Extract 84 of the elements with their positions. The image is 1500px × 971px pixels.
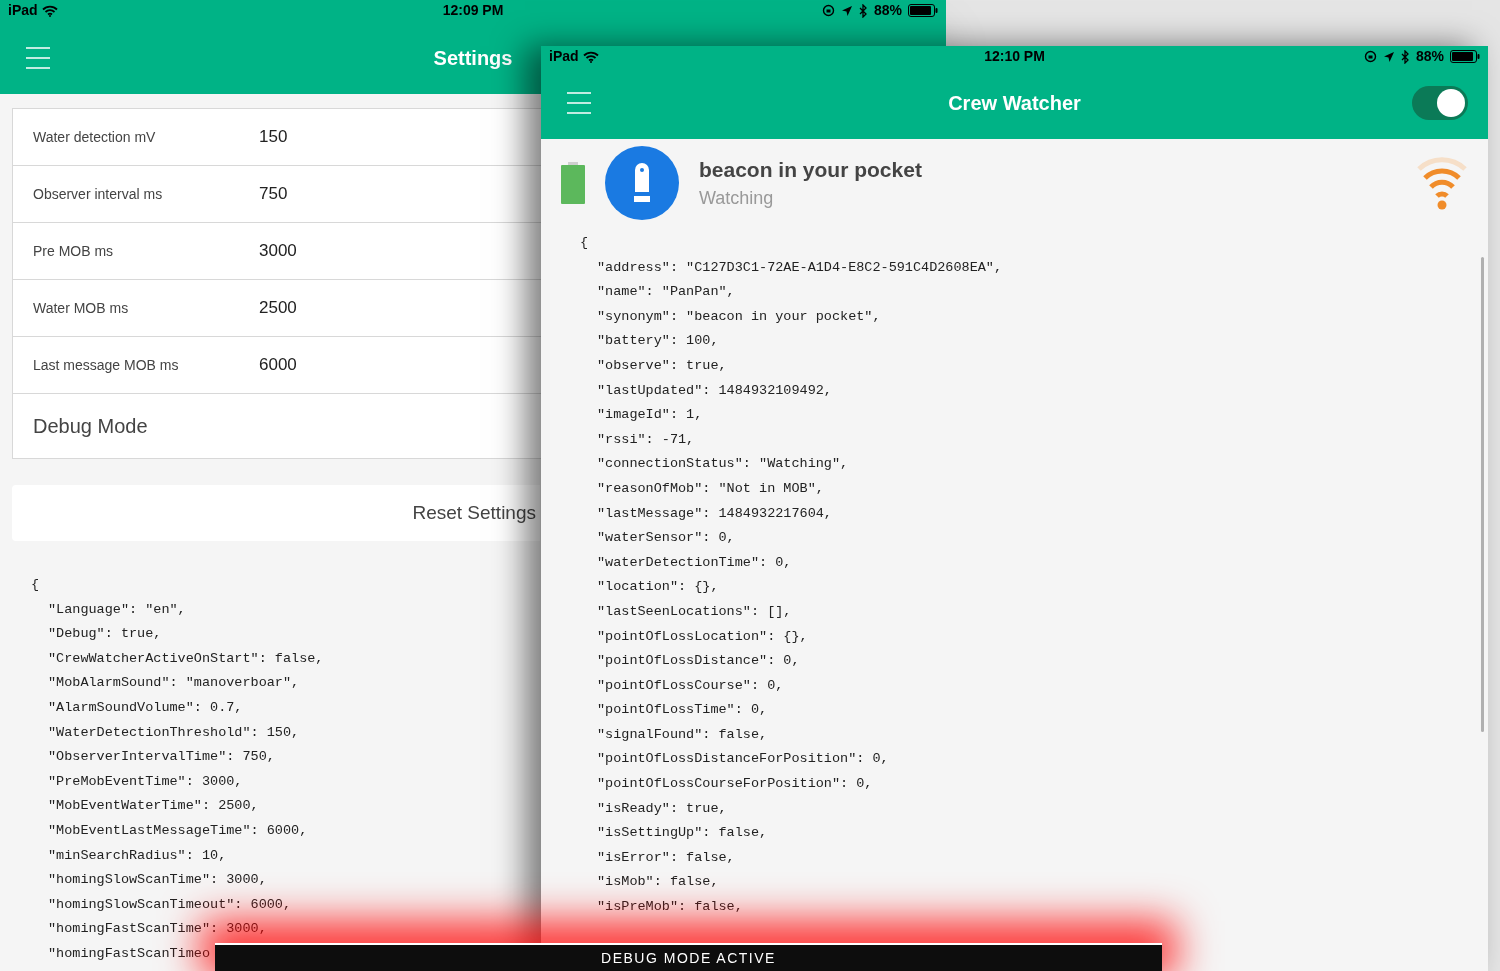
json-line: "CrewWatcherActiveOnStart": false,: [47, 649, 324, 668]
json-line: "rssi": -71,: [596, 430, 695, 449]
json-brace: {: [580, 234, 589, 252]
json-line: "signalFound": false,: [596, 725, 768, 744]
json-line: "location": {},: [596, 578, 719, 597]
carrier-label: iPad: [8, 1, 38, 20]
json-line: "connectionStatus": "Watching",: [596, 455, 849, 474]
location-arrow-icon: [1382, 50, 1395, 63]
json-line: "Language": "en",: [47, 600, 186, 619]
json-line: "WaterDetectionThreshold": 150,: [47, 723, 300, 742]
setting-label: Last message MOB ms: [32, 355, 180, 375]
json-line: "pointOfLossDistanceForPosition": 0,: [596, 750, 889, 769]
json-line: "homingFastScanTimeo: [47, 944, 211, 963]
json-line: "waterSensor": 0,: [596, 529, 735, 548]
setting-value[interactable]: 6000: [259, 352, 297, 378]
menu-icon[interactable]: [24, 46, 52, 69]
json-line: "pointOfLossCourse": 0,: [596, 676, 784, 695]
json-line: "MobAlarmSound": "manoverboar",: [47, 674, 300, 693]
json-line: "pointOfLossDistance": 0,: [596, 652, 800, 671]
battery-percent: 88%: [873, 1, 902, 20]
setting-label: Water detection mV: [32, 127, 157, 147]
json-line: "reasonOfMob": "Not in MOB",: [596, 479, 824, 498]
location-arrow-icon: [840, 4, 853, 17]
setting-value[interactable]: 150: [259, 124, 288, 150]
json-line: "isError": false,: [596, 848, 735, 867]
json-line: "address": "C127D3C1-72AE-A1D4-E8C2-591C4D2608EA",: [596, 258, 1003, 277]
beacon-status: Watching: [699, 187, 775, 211]
rotation-lock-icon: [1363, 50, 1377, 63]
json-line: "pointOfLossCourseForPosition": 0,: [596, 775, 873, 794]
json-line: "isPreMob": false,: [596, 898, 743, 917]
bluetooth-icon: [1400, 49, 1410, 64]
setting-label: Pre MOB ms: [32, 241, 115, 261]
json-line: "battery": 100,: [596, 332, 719, 351]
json-line: "isMob": false,: [596, 873, 719, 892]
setting-value[interactable]: 750: [259, 181, 288, 207]
json-line: "minSearchRadius": 10,: [47, 846, 227, 865]
bluetooth-icon: [858, 3, 868, 18]
clock-time: 12:10 PM: [984, 47, 1045, 66]
menu-icon[interactable]: [565, 92, 593, 114]
json-line: "pointOfLossLocation": {},: [596, 627, 808, 646]
setting-label: Observer interval ms: [32, 184, 164, 204]
beacon-icon: [632, 162, 652, 204]
battery-percent: 88%: [1415, 47, 1444, 66]
clock-time: 12:09 PM: [442, 1, 504, 20]
debug-banner-text: DEBUG MODE ACTIVE: [601, 948, 776, 968]
json-line: "MobEventLastMessageTime": 6000,: [47, 821, 308, 840]
json-line: "isReady": true,: [596, 799, 727, 818]
json-line: "isSettingUp": false,: [596, 824, 768, 843]
watch-toggle[interactable]: [1412, 86, 1468, 120]
json-line: "lastSeenLocations": [],: [596, 602, 792, 621]
battery-icon: [908, 4, 938, 17]
rotation-lock-icon: [821, 4, 835, 17]
setting-value[interactable]: 3000: [259, 238, 297, 264]
signal-icon: [1416, 155, 1468, 211]
json-line: "lastMessage": 1484932217604,: [596, 504, 832, 523]
json-line: "observe": true,: [596, 356, 727, 375]
setting-label: Debug Mode: [32, 414, 148, 439]
json-line: "name": "PanPan",: [596, 283, 735, 302]
scrollbar[interactable]: [1481, 257, 1484, 732]
screen-title: Crew Watcher: [948, 91, 1081, 116]
json-line: "lastUpdated": 1484932109492,: [596, 381, 832, 400]
setting-label: Water MOB ms: [32, 298, 130, 318]
json-line: "synonym": "beacon in your pocket",: [596, 307, 881, 326]
json-line: "imageId": 1,: [596, 406, 703, 425]
wifi-icon: [41, 4, 58, 17]
json-line: "waterDetectionTime": 0,: [596, 553, 792, 572]
json-line: "homingSlowScanTimeout": 6000,: [47, 895, 292, 914]
json-brace: {: [31, 576, 40, 594]
setting-value[interactable]: 2500: [259, 295, 297, 321]
json-line: "homingFastScanTime": 3000,: [47, 920, 267, 939]
json-line: "pointOfLossTime": 0,: [596, 701, 768, 720]
json-line: "Debug": true,: [47, 625, 162, 644]
json-line: "ObserverIntervalTime": 750,: [47, 748, 275, 767]
wifi-icon: [582, 50, 599, 63]
json-line: "homingSlowScanTime": 3000,: [47, 871, 267, 890]
beacon-name: beacon in your pocket: [699, 156, 922, 183]
reset-settings-button[interactable]: Reset Settings: [12, 485, 540, 541]
json-line: "MobEventWaterTime": 2500,: [47, 797, 259, 816]
screen-title: Settings: [433, 45, 513, 71]
json-line: "PreMobEventTime": 3000,: [47, 772, 243, 791]
carrier-label: iPad: [549, 47, 579, 66]
battery-icon: [1450, 50, 1480, 63]
json-line: "AlarmSoundVolume": 0.7,: [47, 698, 243, 717]
battery-icon: [561, 162, 585, 204]
